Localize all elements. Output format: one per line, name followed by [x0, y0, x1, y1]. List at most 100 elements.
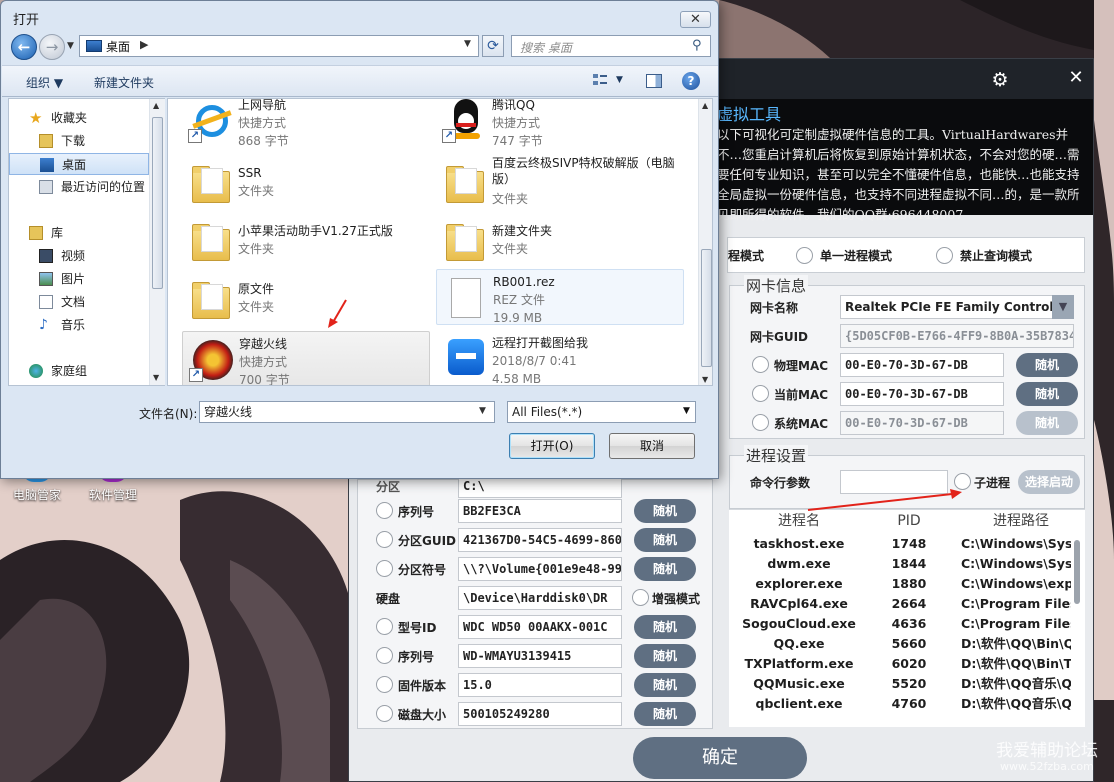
address-text[interactable]: 桌面: [106, 38, 130, 55]
nav-item-favorites[interactable]: ★ 收藏夹: [9, 107, 149, 129]
forbid-query-radio[interactable]: [936, 247, 953, 264]
scroll-down-icon[interactable]: ▼: [702, 375, 708, 384]
nav-scroll-thumb[interactable]: [152, 117, 163, 289]
model-radio[interactable]: [376, 618, 393, 635]
organize-menu[interactable]: 组织 ▼: [26, 74, 63, 91]
gear-icon[interactable]: ⚙: [989, 69, 1011, 91]
partition-guid-radio[interactable]: [376, 531, 393, 548]
scroll-up-icon[interactable]: ▲: [153, 101, 159, 110]
current-mac-random-button[interactable]: 随机: [1016, 382, 1078, 406]
process-row[interactable]: QQ.exe 5660 D:\软件\QQ\Bin\Q: [729, 634, 1085, 654]
system-mac-radio[interactable]: [752, 414, 769, 431]
current-mac-radio[interactable]: [752, 385, 769, 402]
nav-scrollbar[interactable]: ▲ ▼: [149, 99, 165, 385]
model-random-button[interactable]: 随机: [634, 615, 696, 639]
chevron-down-icon[interactable]: ▼: [1052, 295, 1074, 319]
refresh-icon[interactable]: ⟳: [482, 35, 504, 57]
enhanced-mode-radio[interactable]: [632, 589, 649, 606]
process-row[interactable]: dwm.exe 1844 C:\Windows\Syster: [729, 554, 1085, 574]
disk-size-field[interactable]: 500105249280: [458, 702, 622, 726]
firmware-random-button[interactable]: 随机: [634, 673, 696, 697]
filetype-select[interactable]: All Files(*.*): [507, 401, 696, 423]
partition-symbol-radio[interactable]: [376, 560, 393, 577]
breadcrumb-chevron-icon[interactable]: ▶: [140, 38, 148, 51]
hdd-serial-field[interactable]: WD-WMAYU3139415: [458, 644, 622, 668]
serial-random-button[interactable]: 随机: [634, 499, 696, 523]
new-folder-button[interactable]: 新建文件夹: [94, 74, 154, 91]
file-scroll-thumb[interactable]: [701, 249, 712, 367]
hdd-serial-radio[interactable]: [376, 647, 393, 664]
disk-size-radio[interactable]: [376, 705, 393, 722]
cancel-button[interactable]: 取消: [609, 433, 695, 459]
help-icon[interactable]: ?: [682, 72, 700, 90]
nav-item-videos[interactable]: 视频: [9, 245, 149, 267]
view-options-icon[interactable]: [592, 72, 608, 88]
system-mac-random-button[interactable]: 随机: [1016, 411, 1078, 435]
physical-mac-radio[interactable]: [752, 356, 769, 373]
search-icon[interactable]: ⚲: [692, 38, 702, 53]
harddisk-select[interactable]: \Device\Harddisk0\DR: [458, 586, 622, 610]
nav-item-homegroup[interactable]: 家庭组: [9, 360, 149, 382]
file-scrollbar[interactable]: ▲ ▼: [698, 99, 712, 385]
view-options-chevron-icon[interactable]: ▼: [616, 75, 623, 85]
process-row[interactable]: SogouCloud.exe 4636 C:\Program Files (x: [729, 614, 1085, 634]
filename-input[interactable]: 穿越火线: [199, 401, 495, 423]
process-row[interactable]: TXPlatform.exe 6020 D:\软件\QQ\Bin\TX: [729, 654, 1085, 674]
file-item[interactable]: SSR 文件夹: [182, 155, 430, 211]
process-row[interactable]: taskhost.exe 1748 C:\Windows\Syster: [729, 534, 1085, 554]
nav-item-pictures[interactable]: 图片: [9, 268, 149, 290]
recent-pages-chevron-icon[interactable]: ▼: [67, 41, 74, 51]
nav-item-downloads[interactable]: 下载: [9, 130, 149, 152]
file-item[interactable]: ↗ 上网导航 快捷方式 868 字节: [182, 99, 430, 149]
file-item[interactable]: 原文件 文件夹: [182, 271, 430, 327]
file-item[interactable]: ↗ 腾讯QQ 快捷方式 747 字节: [436, 99, 684, 149]
close-icon[interactable]: ✕: [680, 11, 711, 28]
nav-item-libraries[interactable]: 库: [9, 222, 149, 244]
disk-size-random-button[interactable]: 随机: [634, 702, 696, 726]
file-item[interactable]: 百度云终极SIVP特权破解版（电脑版） 文件夹: [436, 155, 684, 211]
file-item-selected[interactable]: ↗ 穿越火线 快捷方式 700 字节: [182, 331, 430, 385]
hdd-serial-random-button[interactable]: 随机: [634, 644, 696, 668]
partition-guid-field[interactable]: 421367D0-54C5-4699-8601: [458, 528, 622, 552]
file-item[interactable]: 新建文件夹 文件夹: [436, 213, 684, 269]
single-process-radio[interactable]: [796, 247, 813, 264]
column-header-path[interactable]: 进程路径: [961, 510, 1081, 532]
file-item[interactable]: RB001.rez REZ 文件 19.9 MB: [436, 269, 684, 325]
serial-field[interactable]: BB2FE3CA: [458, 499, 622, 523]
forward-arrow-icon[interactable]: →: [39, 34, 65, 60]
scroll-down-icon[interactable]: ▼: [153, 373, 159, 382]
process-row[interactable]: QQMusic.exe 5520 D:\软件\QQ音乐\QC: [729, 674, 1085, 694]
system-mac-field[interactable]: 00-E0-70-3D-67-DB: [840, 411, 1004, 435]
preview-pane-icon[interactable]: [646, 74, 662, 88]
chevron-down-icon[interactable]: ▼: [683, 406, 690, 416]
nav-item-documents[interactable]: 文档: [9, 291, 149, 313]
firmware-radio[interactable]: [376, 676, 393, 693]
physical-mac-random-button[interactable]: 随机: [1016, 353, 1078, 377]
chevron-down-icon[interactable]: ▼: [479, 406, 486, 416]
process-row[interactable]: RAVCpl64.exe 2664 C:\Program Files\R: [729, 594, 1085, 614]
nic-name-select[interactable]: Realtek PCIe FE Family Controller: [840, 295, 1062, 319]
physical-mac-field[interactable]: 00-E0-70-3D-67-DB: [840, 353, 1004, 377]
model-field[interactable]: WDC WD50 00AAKX-001C: [458, 615, 622, 639]
current-mac-field[interactable]: 00-E0-70-3D-67-DB: [840, 382, 1004, 406]
serial-radio[interactable]: [376, 502, 393, 519]
confirm-button[interactable]: 确定: [633, 737, 807, 779]
process-scrollbar[interactable]: [1074, 540, 1080, 604]
address-bar[interactable]: 桌面 ▶ ▼: [79, 35, 479, 57]
back-arrow-icon[interactable]: ←: [11, 34, 37, 60]
process-row[interactable]: qbclient.exe 4760 D:\软件\QQ音乐\QC: [729, 694, 1085, 714]
scroll-up-icon[interactable]: ▲: [702, 101, 708, 110]
partition-symbol-field[interactable]: \\?\Volume{001e9e48-999: [458, 557, 622, 581]
select-launch-button[interactable]: 选择启动: [1018, 470, 1080, 494]
nav-item-desktop[interactable]: 桌面: [9, 153, 149, 175]
file-item[interactable]: 小苹果活动助手V1.27正式版 文件夹: [182, 213, 430, 269]
open-button[interactable]: 打开(O): [509, 433, 595, 459]
search-input[interactable]: 搜索 桌面 ⚲: [511, 35, 711, 57]
partition-symbol-random-button[interactable]: 随机: [634, 557, 696, 581]
nav-item-music[interactable]: ♪ 音乐: [9, 314, 149, 336]
nav-item-recent[interactable]: 最近访问的位置: [9, 176, 149, 198]
chevron-down-icon[interactable]: ▼: [464, 39, 471, 49]
file-item[interactable]: 远程打开截图给我 2018/8/7 0:41 4.58 MB: [436, 331, 684, 385]
process-row[interactable]: explorer.exe 1880 C:\Windows\explo: [729, 574, 1085, 594]
partition-guid-random-button[interactable]: 随机: [634, 528, 696, 552]
